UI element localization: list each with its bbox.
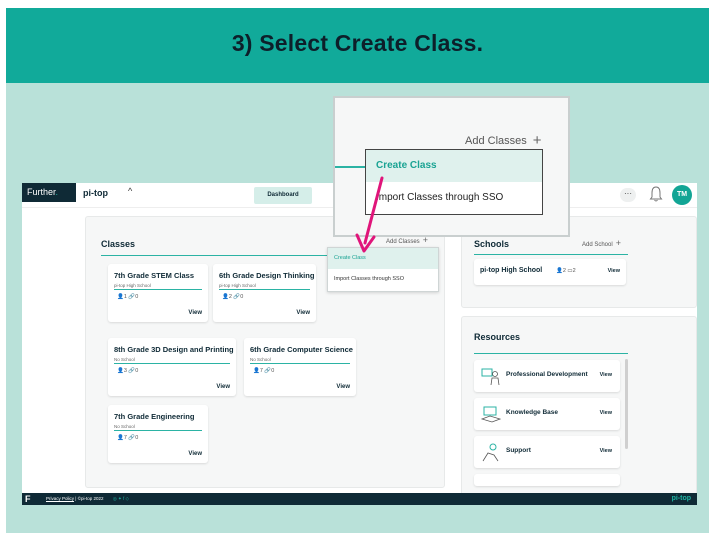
pointer-arrow (355, 176, 384, 253)
tutorial-frame: 3) Select Create Class. Further. pi-top … (6, 8, 709, 533)
